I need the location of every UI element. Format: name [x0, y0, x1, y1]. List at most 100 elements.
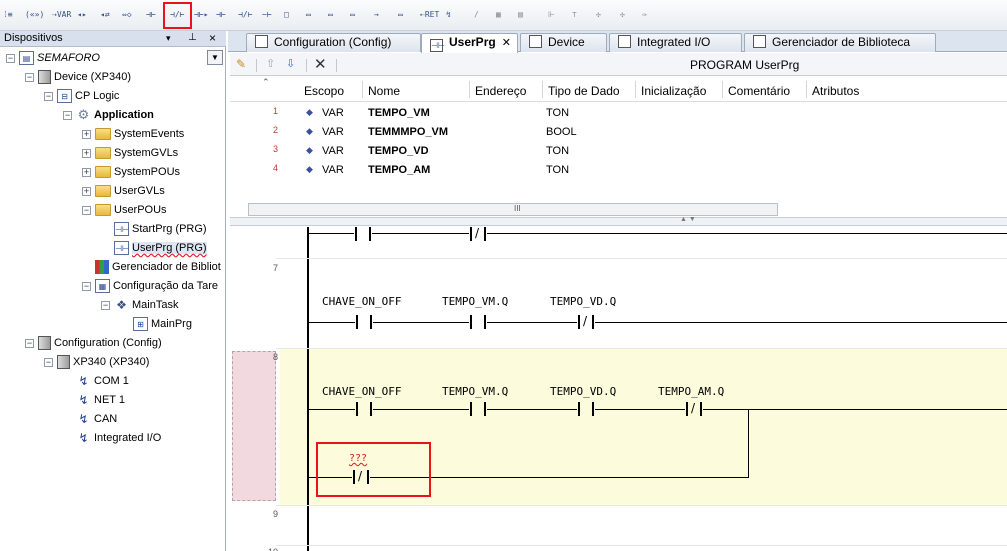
column-header[interactable]: Inicialização	[641, 84, 706, 98]
insert-jump-icon-2[interactable]: ↯	[446, 9, 451, 21]
edge-detection-icon[interactable]: ▧	[518, 9, 523, 21]
tab-integrated-i-o[interactable]: Integrated I/O	[609, 33, 742, 52]
tree-node-application[interactable]: − ⚙ Application	[63, 106, 154, 125]
collapse-icon[interactable]: −	[101, 300, 110, 310]
scope-cell[interactable]: VAR	[322, 164, 344, 176]
column-separator[interactable]	[635, 81, 636, 98]
tree-node-net-1[interactable]: ↯ NET 1	[63, 391, 125, 410]
collapse-icon[interactable]: −	[82, 281, 91, 291]
column-separator[interactable]	[542, 81, 543, 98]
tree-node-can[interactable]: ↯ CAN	[63, 410, 117, 429]
tree-node-systempous[interactable]: + SystemPOUs	[82, 163, 180, 182]
tree-dropdown-button[interactable]: ▼	[207, 50, 223, 65]
insert-label-icon[interactable]: ▭	[398, 9, 403, 21]
set-branch-end-icon[interactable]: ✣	[620, 9, 625, 21]
insert-jump-icon[interactable]: ⇔◇	[122, 9, 132, 21]
insert-branch-icon[interactable]: ⊩	[548, 9, 555, 21]
collapse-icon[interactable]: −	[44, 91, 53, 101]
no-contact[interactable]	[469, 315, 487, 329]
tree-node-startprg-prg[interactable]: ⊣⊢ StartPrg (PRG)	[101, 220, 207, 239]
delete-icon[interactable]: ✕	[314, 55, 327, 73]
insert-box-icon[interactable]: ◂▸	[77, 9, 87, 21]
column-header[interactable]: Endereço	[475, 84, 526, 98]
column-header[interactable]: Escopo	[304, 84, 344, 98]
insert-assignment-icon[interactable]: →	[374, 9, 379, 21]
tree-node-systemevents[interactable]: + SystemEvents	[82, 125, 184, 144]
expand-icon[interactable]: +	[82, 129, 91, 139]
tree-node-usergvls[interactable]: + UserGVLs	[82, 182, 165, 201]
set-reset-icon[interactable]: ▦	[496, 9, 501, 21]
insert-box-icon-3[interactable]: ▭	[350, 9, 355, 21]
tab-configuration-config[interactable]: Configuration (Config)	[246, 33, 421, 52]
expand-icon[interactable]: +	[82, 148, 91, 158]
tab-device[interactable]: Device	[520, 33, 607, 52]
column-separator[interactable]	[806, 81, 807, 98]
column-header[interactable]: Atributos	[812, 84, 859, 98]
no-contact[interactable]	[355, 315, 373, 329]
set-branch-start-icon[interactable]: ✣	[596, 9, 601, 21]
tree-node-xp340-xp340[interactable]: − XP340 (XP340)	[44, 353, 149, 372]
horizontal-scrollbar[interactable]: III	[248, 203, 778, 216]
tree-node-userpous[interactable]: − UserPOUs	[82, 201, 167, 220]
collapse-icon[interactable]: −	[63, 110, 72, 120]
name-cell[interactable]: TEMPO_VD	[368, 145, 429, 157]
collapse-icon[interactable]: −	[82, 205, 91, 215]
tree-node-com-1[interactable]: ↯ COM 1	[63, 372, 128, 391]
editor-splitter[interactable]	[230, 217, 1007, 226]
column-header[interactable]: Comentário	[728, 84, 790, 98]
insert-box-icon-2[interactable]: ▭	[328, 9, 333, 21]
auto-declare-icon[interactable]: ✎	[236, 57, 246, 71]
collapse-icon[interactable]: −	[25, 72, 34, 82]
insert-coil-icon[interactable]: ∼⊢	[262, 9, 272, 21]
collapse-icon[interactable]: −	[44, 357, 53, 367]
table-row[interactable]: 3 ◆ VAR TEMPO_VD TON	[230, 142, 1007, 161]
toggle-negation-icon[interactable]: /	[474, 9, 479, 21]
insert-branch-below-icon[interactable]: ⊤	[572, 9, 577, 21]
type-cell[interactable]: BOOL	[546, 126, 577, 138]
insert-set-coil-icon[interactable]: □	[284, 9, 289, 21]
tree-node-maintask[interactable]: − ❖ MainTask	[101, 296, 178, 315]
negated-contact[interactable]: /	[577, 314, 595, 329]
tree-node-semaforo[interactable]: − ▤ SEMAFORO	[6, 49, 100, 68]
name-cell[interactable]: TEMPO_AM	[368, 164, 430, 176]
insert-contact-parallel-icon[interactable]: ⊣⊢	[216, 9, 226, 21]
insert-reset-coil-icon[interactable]: ▭	[306, 9, 311, 21]
expand-icon[interactable]: +	[82, 186, 91, 196]
tree-node-mainprg[interactable]: ⊞ MainPrg	[120, 315, 192, 334]
tab-gerenciador-de-biblioteca[interactable]: Gerenciador de Biblioteca	[744, 33, 936, 52]
type-cell[interactable]: TON	[546, 164, 569, 176]
column-header[interactable]: Tipo de Dado	[548, 84, 620, 98]
move-up-icon[interactable]: ⇧	[266, 57, 275, 70]
scrollbar-grip[interactable]: III	[514, 204, 521, 213]
column-separator[interactable]	[362, 81, 363, 98]
scope-cell[interactable]: VAR	[322, 107, 344, 119]
move-down-icon[interactable]: ⇩	[286, 57, 295, 70]
insert-return-icon[interactable]: ⇠RET	[420, 9, 439, 21]
type-cell[interactable]: TON	[546, 145, 569, 157]
no-contact[interactable]	[469, 402, 487, 416]
column-separator[interactable]	[722, 81, 723, 98]
name-cell[interactable]: TEMMMPO_VM	[368, 126, 448, 138]
no-contact[interactable]	[355, 402, 373, 416]
tree-node-device-xp340[interactable]: − Device (XP340)	[25, 68, 131, 87]
column-separator[interactable]	[469, 81, 470, 98]
close-icon[interactable]: ×	[209, 31, 216, 45]
scope-cell[interactable]: VAR	[322, 145, 344, 157]
insert-negated-parallel-icon[interactable]: ⊣/⊢	[238, 9, 252, 21]
insert-box-with-en-icon[interactable]: ◂⇄	[100, 9, 110, 21]
negated-contact-partial[interactable]: /	[469, 226, 487, 241]
column-header[interactable]: Nome	[368, 84, 400, 98]
no-contact[interactable]	[577, 402, 595, 416]
collapse-icon[interactable]: −	[25, 338, 34, 348]
negated-contact[interactable]: /	[685, 401, 703, 416]
tab-userprg[interactable]: ⊣⊢ UserPrg ✕	[421, 33, 518, 53]
ladder-editor[interactable]: 7 8 9 10 / CHAVE_ON_OFF TEMPO_VM.Q TEMPO_VD.Q / C…	[230, 226, 1007, 551]
name-cell[interactable]: TEMPO_VM	[368, 107, 430, 119]
pin-icon[interactable]: ⊥	[188, 32, 197, 43]
table-row[interactable]: 4 ◆ VAR TEMPO_AM TON	[230, 161, 1007, 180]
insert-network-below-icon[interactable]: («»)	[25, 9, 44, 21]
tree-node-integrated-i-o[interactable]: ↯ Integrated I/O	[63, 429, 161, 448]
sort-icon[interactable]: ⌃	[262, 77, 270, 88]
tree-node-systemgvls[interactable]: + SystemGVLs	[82, 144, 178, 163]
expand-icon[interactable]: +	[82, 167, 91, 177]
